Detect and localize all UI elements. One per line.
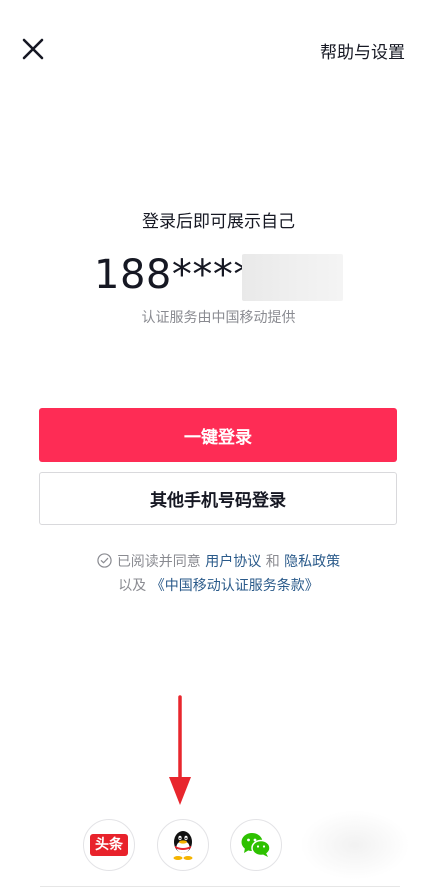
other-phone-login-button[interactable]: 其他手机号码登录 — [39, 472, 397, 525]
close-button[interactable] — [18, 34, 50, 66]
cmcc-terms-link[interactable]: 《中国移动认证服务条款》 — [151, 578, 319, 594]
provider-note: 认证服务由中国移动提供 — [141, 310, 296, 326]
login-subtitle: 登录后即可展示自己 — [142, 212, 295, 232]
check-circle-icon — [97, 553, 112, 568]
phone-number-mask — [242, 254, 343, 301]
agreement-line-2: 以及 《中国移动认证服务条款》 — [0, 574, 437, 598]
phone-number-display: 188**** — [94, 250, 254, 300]
wechat-icon — [241, 833, 271, 857]
agreement-and: 和 — [261, 554, 285, 570]
bottom-divider — [40, 886, 400, 887]
agreement-checkbox[interactable] — [97, 552, 112, 568]
one-click-login-button[interactable]: 一键登录 — [39, 408, 397, 462]
toutiao-login-button[interactable]: 头条 — [83, 819, 135, 871]
agreement-line2-prefix: 以及 — [118, 578, 151, 594]
qq-icon — [173, 831, 193, 860]
annotation-arrow-icon — [169, 695, 191, 805]
wechat-login-button[interactable] — [230, 819, 282, 871]
toutiao-icon: 头条 — [90, 834, 128, 856]
agreement-text: 已阅读并同意 用户协议 和 隐私政策 以及 《中国移动认证服务条款》 — [0, 550, 437, 598]
privacy-policy-link[interactable]: 隐私政策 — [284, 554, 340, 570]
user-agreement-link[interactable]: 用户协议 — [205, 554, 261, 570]
agreement-prefix: 已阅读并同意 — [116, 554, 206, 570]
blurred-region — [300, 810, 410, 880]
close-icon — [22, 38, 44, 60]
qq-login-button[interactable] — [157, 819, 209, 871]
help-settings-link[interactable]: 帮助与设置 — [320, 38, 405, 63]
phone-number-prefix: 188**** — [94, 252, 254, 298]
agreement-line-1: 已阅读并同意 用户协议 和 隐私政策 — [0, 550, 437, 574]
